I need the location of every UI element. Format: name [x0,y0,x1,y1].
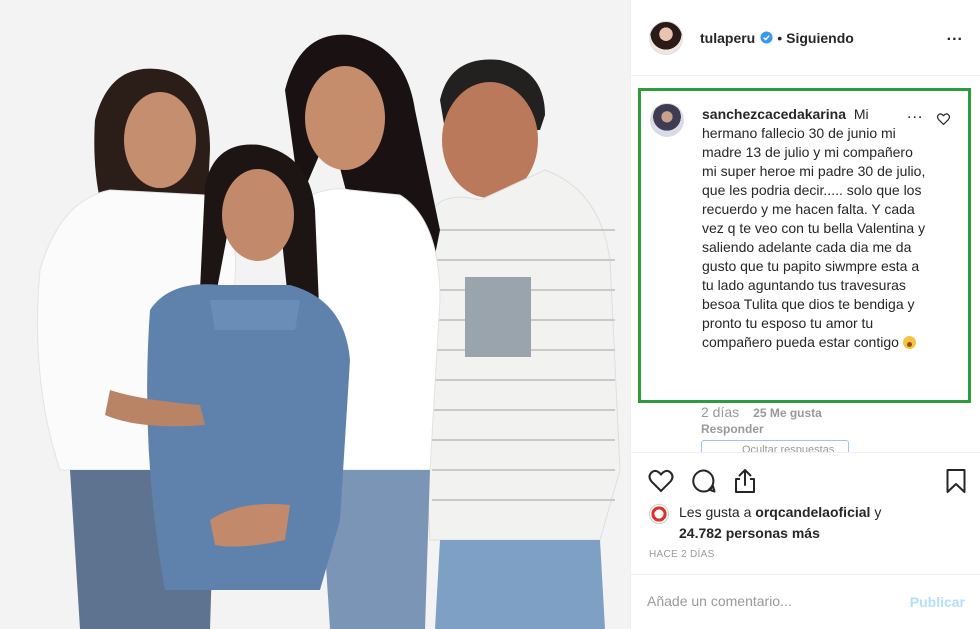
comment-body: sanchezcacedakarina Mi hermano fallecio … [702,105,927,352]
liker-avatar[interactable] [649,504,669,524]
likes-others-link[interactable]: 24.782 personas más [679,525,820,541]
comment-more-icon[interactable]: ... [907,105,924,123]
family-photo-illustration [0,0,630,629]
post-sidebar: tulaperu • Siguiendo ... sanchezcacedaka… [630,0,980,629]
header-separator: • [777,29,783,46]
post-header: tulaperu • Siguiendo ... [631,0,980,76]
follow-status-button[interactable]: Siguiendo [786,30,854,46]
post-photo[interactable] [0,0,630,629]
commenter-avatar[interactable] [650,103,684,137]
comment-icon[interactable] [691,468,717,494]
highlighted-comment: sanchezcacedakarina Mi hermano fallecio … [638,88,971,403]
likes-text: Les gusta a orqcandelaoficial y 24.782 p… [679,502,881,544]
publish-button[interactable]: Publicar [910,594,965,610]
comment-time[interactable]: 2 días [701,404,739,420]
author-username[interactable]: tulaperu [700,30,755,46]
verified-icon [760,31,773,44]
comment-meta: 2 días 25 Me gusta [701,404,822,420]
reply-button[interactable]: Responder [701,422,764,436]
comment-likes[interactable]: 25 Me gusta [753,406,822,420]
emoji-astonished-icon [902,336,916,349]
liker-username[interactable]: orqcandelaoficial [755,504,870,520]
hide-replies-button[interactable]: Ocultar respuestas [701,440,849,452]
actions-divider [631,452,980,453]
add-comment-bar: Publicar [631,574,980,629]
likes-prefix: Les gusta a [679,504,752,520]
more-icon[interactable]: ... [947,27,963,45]
add-comment-input[interactable] [647,593,887,609]
heart-icon[interactable] [648,468,674,494]
bookmark-icon[interactable] [943,468,969,494]
post-timestamp[interactable]: HACE 2 DÍAS [649,549,715,560]
likes-connector: y [874,504,882,520]
comment-heart-icon[interactable] [937,113,950,125]
share-icon[interactable] [732,468,758,494]
author-avatar[interactable] [649,20,683,55]
comment-text: Mi hermano fallecio 30 de junio mi madre… [702,106,926,350]
commenter-username[interactable]: sanchezcacedakarina [702,106,846,122]
likes-summary: Les gusta a orqcandelaoficial y 24.782 p… [649,502,969,544]
